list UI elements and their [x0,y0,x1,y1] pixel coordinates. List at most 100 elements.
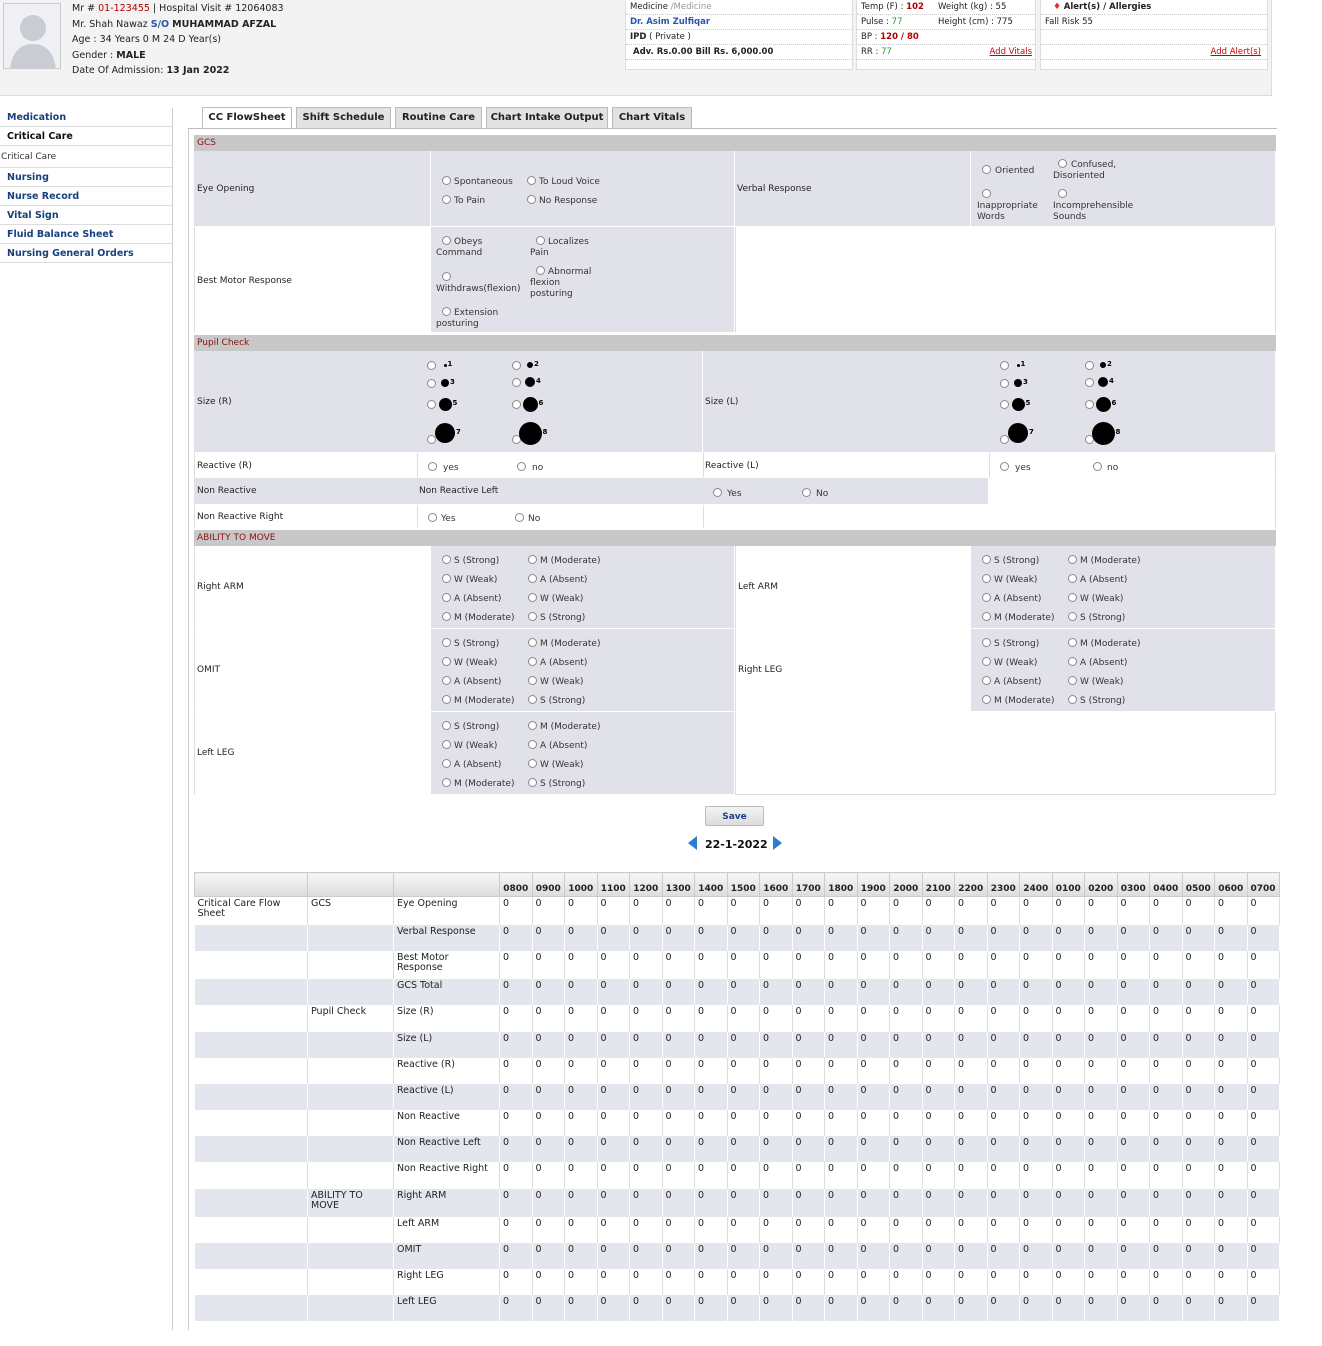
value-cell[interactable]: 0 [792,1294,825,1321]
value-cell[interactable]: 0 [987,1242,1020,1269]
value-cell[interactable]: 0 [792,1242,825,1269]
value-cell[interactable]: 0 [499,1268,533,1295]
value-cell[interactable]: 0 [1247,1004,1280,1032]
value-cell[interactable]: 0 [499,1083,533,1110]
value-cell[interactable]: 0 [727,1268,760,1295]
value-cell[interactable]: 0 [662,1268,695,1295]
value-cell[interactable]: 0 [824,1268,858,1295]
value-cell[interactable]: 0 [792,1031,825,1058]
value-cell[interactable]: 0 [824,1188,858,1217]
eye-no-response-radio[interactable] [527,195,536,204]
value-cell[interactable]: 0 [1019,1268,1053,1295]
value-cell[interactable]: 0 [1052,924,1085,951]
right-leg-option-6-radio[interactable] [1068,676,1077,685]
value-cell[interactable]: 0 [564,1294,598,1321]
value-cell[interactable]: 0 [1182,1057,1215,1084]
value-cell[interactable]: 0 [1149,1294,1183,1321]
value-cell[interactable]: 0 [532,1294,565,1321]
sidebar-item-medication[interactable]: Medication [0,108,172,127]
value-cell[interactable]: 0 [759,1031,793,1058]
value-cell[interactable]: 0 [1214,924,1248,951]
left-arm-option-2-radio[interactable] [1068,555,1077,564]
value-cell[interactable]: 0 [727,1188,760,1217]
value-cell[interactable]: 0 [662,1216,695,1243]
value-cell[interactable]: 0 [922,1268,955,1295]
value-cell[interactable]: 0 [1214,1242,1248,1269]
value-cell[interactable]: 0 [922,950,955,979]
sidebar-item-nursing-orders[interactable]: Nursing General Orders [0,244,172,263]
value-cell[interactable]: 0 [857,896,890,925]
value-cell[interactable]: 0 [759,950,793,979]
value-cell[interactable]: 0 [987,1135,1020,1162]
value-cell[interactable]: 0 [1214,1031,1248,1058]
value-cell[interactable]: 0 [1149,950,1183,979]
value-cell[interactable]: 0 [954,1083,988,1110]
left-arm-option-3-radio[interactable] [982,574,991,583]
value-cell[interactable]: 0 [564,1004,598,1032]
value-cell[interactable]: 0 [954,924,988,951]
value-cell[interactable]: 0 [1149,896,1183,925]
value-cell[interactable]: 0 [1247,924,1280,951]
value-cell[interactable]: 0 [564,978,598,1005]
left-leg-option-5-radio[interactable] [442,759,451,768]
value-cell[interactable]: 0 [1214,1135,1248,1162]
value-cell[interactable]: 0 [954,1216,988,1243]
value-cell[interactable]: 0 [1052,1268,1085,1295]
value-cell[interactable]: 0 [1052,1031,1085,1058]
value-cell[interactable]: 0 [759,1242,793,1269]
value-cell[interactable]: 0 [889,978,923,1005]
value-cell[interactable]: 0 [792,1109,825,1136]
value-cell[interactable]: 0 [499,1057,533,1084]
sidebar-item-critical-care[interactable]: Critical Care [0,127,172,146]
value-cell[interactable]: 0 [922,1294,955,1321]
omit-option-4-radio[interactable] [528,657,537,666]
value-cell[interactable]: 0 [987,978,1020,1005]
value-cell[interactable]: 0 [1019,1242,1053,1269]
value-cell[interactable]: 0 [1182,1216,1215,1243]
value-cell[interactable]: 0 [694,1109,728,1136]
value-cell[interactable]: 0 [662,924,695,951]
value-cell[interactable]: 0 [629,1216,663,1243]
tab-chart-vitals[interactable]: Chart Vitals [612,107,692,128]
value-cell[interactable]: 0 [597,1188,630,1217]
value-cell[interactable]: 0 [954,1109,988,1136]
value-cell[interactable]: 0 [954,896,988,925]
value-cell[interactable]: 0 [987,1031,1020,1058]
value-cell[interactable]: 0 [1149,1031,1183,1058]
value-cell[interactable]: 0 [597,1216,630,1243]
value-cell[interactable]: 0 [532,1242,565,1269]
value-cell[interactable]: 0 [694,1083,728,1110]
value-cell[interactable]: 0 [662,1057,695,1084]
value-cell[interactable]: 0 [1052,896,1085,925]
value-cell[interactable]: 0 [954,1188,988,1217]
value-cell[interactable]: 0 [857,1268,890,1295]
value-cell[interactable]: 0 [857,1294,890,1321]
value-cell[interactable]: 0 [889,1083,923,1110]
value-cell[interactable]: 0 [1247,978,1280,1005]
value-cell[interactable]: 0 [597,1057,630,1084]
value-cell[interactable]: 0 [922,896,955,925]
value-cell[interactable]: 0 [564,1188,598,1217]
value-cell[interactable]: 0 [824,896,858,925]
value-cell[interactable]: 0 [1084,1268,1118,1295]
tab-cc-flowsheet[interactable]: CC FlowSheet [202,107,292,129]
right-arm-option-5-radio[interactable] [442,593,451,602]
value-cell[interactable]: 0 [727,1242,760,1269]
value-cell[interactable]: 0 [1117,1294,1150,1321]
verbal-inappropriate-radio[interactable] [982,189,991,198]
value-cell[interactable]: 0 [662,1109,695,1136]
value-cell[interactable]: 0 [1247,1294,1280,1321]
pupil-l-size-3-radio[interactable] [1000,379,1009,388]
value-cell[interactable]: 0 [1247,1083,1280,1110]
value-cell[interactable]: 0 [1019,978,1053,1005]
value-cell[interactable]: 0 [792,924,825,951]
value-cell[interactable]: 0 [727,896,760,925]
value-cell[interactable]: 0 [792,1057,825,1084]
value-cell[interactable]: 0 [1247,1135,1280,1162]
non-reactive-right-yes-radio[interactable] [428,513,437,522]
pupil-r-size-1-radio[interactable] [427,361,436,370]
omit-option-2-radio[interactable] [528,638,537,647]
value-cell[interactable]: 0 [1182,978,1215,1005]
value-cell[interactable]: 0 [1247,1161,1280,1189]
value-cell[interactable]: 0 [922,1031,955,1058]
